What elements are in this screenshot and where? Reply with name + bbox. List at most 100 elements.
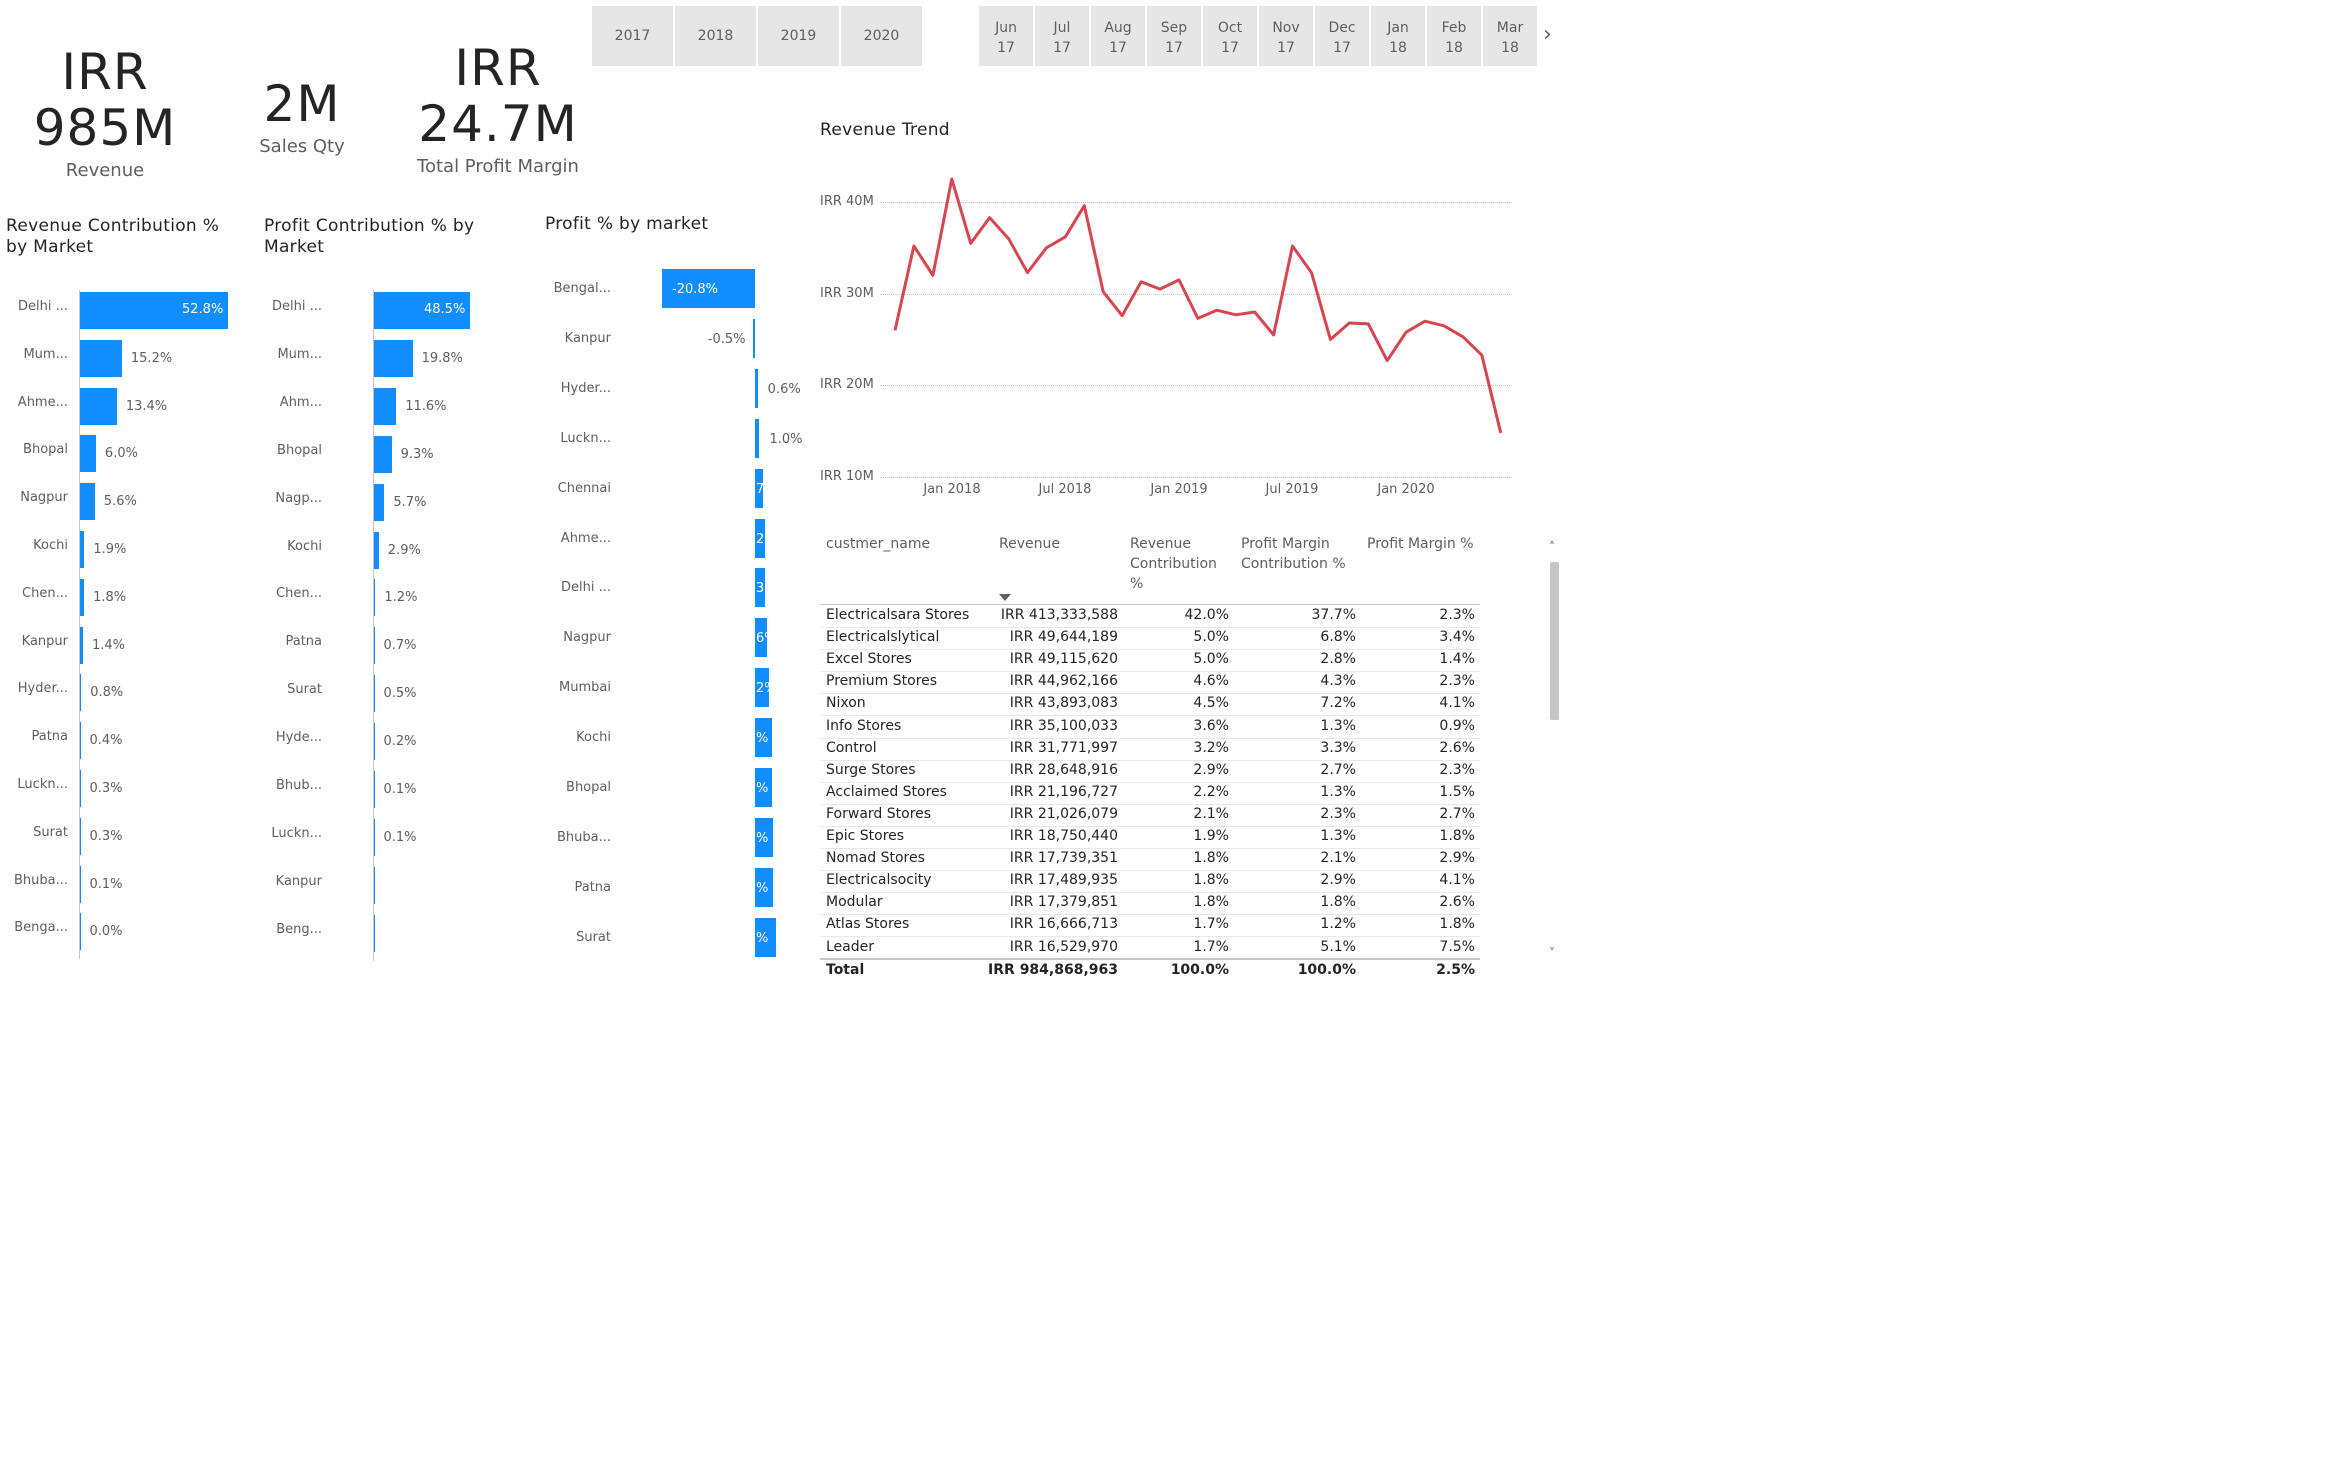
bar-data-label: 0.4% [89, 733, 123, 749]
table-row[interactable]: Info Stores IRR 35,100,033 3.6% 1.3% 0.9% [820, 716, 1480, 739]
customer-name-cell: Leader [826, 938, 875, 955]
profit-margin-contribution-cell: 2.9% [1320, 872, 1356, 889]
bar-category-label: Luckn... [17, 777, 68, 792]
table-total-row: Total IRR 984,868,963 100.0% 100.0% 2.5% [820, 958, 1480, 984]
bar-category-label: Surat [33, 824, 68, 840]
customer-name-cell: Electricalsocity [826, 872, 932, 889]
revenue-cell: IRR 21,196,727 [1009, 783, 1118, 800]
revenue-cell: IRR 18,750,440 [1009, 828, 1118, 844]
bar-data-label: 0.0% [89, 924, 123, 940]
column-header-revenue[interactable]: Revenue [999, 534, 1109, 554]
profit-margin-pct-cell: 4.1% [1439, 872, 1475, 889]
table-row[interactable]: Epic Stores IRR 18,750,440 1.9% 1.3% 1.8% [820, 826, 1480, 849]
revenue-trend-line[interactable] [893, 177, 1503, 434]
total-revenue: IRR 984,868,963 [988, 962, 1118, 978]
revenue-contribution-cell: 1.8% [1193, 850, 1229, 867]
customer-name-cell: Atlas Stores [826, 916, 910, 933]
table-row[interactable]: Electricalsara Stores IRR 413,333,588 42.0… [820, 605, 1480, 628]
bar-data-label: 1.4% [91, 637, 125, 653]
table-row[interactable]: Nixon IRR 43,893,083 4.5% 7.2% 4.1% [820, 693, 1480, 717]
revenue-cell: IRR 28,648,916 [1009, 761, 1118, 778]
table-row[interactable]: Atlas Stores IRR 16,666,713 1.7% 1.2% 1.8% [820, 914, 1480, 938]
table-row[interactable]: Forward Stores IRR 21,026,079 2.1% 2.3% 2.7% [820, 804, 1480, 827]
bar-category-label: Mumbai [559, 680, 611, 696]
revenue-cell: IRR 31,771,997 [1009, 739, 1118, 756]
bar-data-label: 1.2% [384, 590, 418, 606]
bar-data-label: 0.8% [90, 685, 124, 701]
bar-category-label: Patna [31, 729, 68, 745]
revenue-contribution-cell: 1.7% [1193, 938, 1229, 955]
profit-margin-pct-cell: 1.4% [1439, 651, 1475, 668]
bar-data-label: % [756, 830, 769, 846]
table-row[interactable]: Electricalslytical IRR 49,644,189 5.0% 6.8%… [820, 627, 1480, 651]
revenue-trend-plot [893, 177, 1503, 434]
profit-margin-contribution-cell: 2.1% [1320, 850, 1356, 867]
profit-margin-pct-cell: 2.3% [1439, 673, 1475, 690]
scroll-up-icon[interactable]: ˄ [1549, 540, 1555, 554]
bar-data-label: % [756, 731, 769, 747]
revenue-cell: IRR 17,379,851 [1009, 894, 1118, 911]
revenue-contribution-cell: 2.9% [1193, 761, 1229, 778]
table-row[interactable]: Acclaimed Stores IRR 21,196,727 2.2% 1.3% 1.… [820, 782, 1480, 805]
profit-margin-pct-cell: 2.3% [1439, 761, 1475, 778]
profit-margin-pct-cell: 0.9% [1439, 717, 1475, 734]
profit-margin-contribution-cell: 7.2% [1320, 695, 1356, 712]
revenue-cell: IRR 43,893,083 [1009, 695, 1118, 712]
profit-margin-contribution-cell: 37.7% [1311, 607, 1356, 623]
customer-name-cell: Premium Stores [826, 673, 938, 690]
bar-category-label: Patna [574, 879, 611, 895]
bar-data-label: % [756, 781, 769, 796]
profit-margin-pct-cell: 1.8% [1439, 916, 1475, 933]
bar-category-label: Bhub... [275, 778, 322, 793]
total-profit-margin-contribution: 100.0% [1297, 962, 1356, 978]
table-row[interactable]: Leader IRR 16,529,970 1.7% 5.1% 7.5% [820, 937, 1480, 960]
bar-category-label: Kanpur [275, 873, 322, 889]
profit-margin-contribution-cell: 3.3% [1320, 739, 1356, 756]
revenue-contribution-cell: 4.6% [1193, 673, 1229, 690]
table-row[interactable]: Modular IRR 17,379,851 1.8% 1.8% 2.6% [820, 892, 1480, 916]
bar-category-label: Kochi [287, 538, 322, 554]
profit-margin-pct-cell: 1.5% [1439, 783, 1475, 800]
revenue-cell: IRR 16,529,970 [1009, 938, 1118, 955]
bar-category-label: Hyde... [275, 730, 322, 746]
bar-category-label: Surat [576, 929, 611, 945]
bar-category-label: Surat [287, 682, 322, 698]
column-header-profit-margin-contribution[interactable]: Profit Margin Contribution % [1241, 534, 1356, 574]
table-row[interactable]: Premium Stores IRR 44,962,166 4.6% 4.3% 2.3% [820, 671, 1480, 695]
table-row[interactable]: Surge Stores IRR 28,648,916 2.9% 2.7% 2.3% [820, 760, 1480, 783]
bar-data-label: 0.7% [383, 638, 417, 654]
profit-margin-contribution-cell: 1.3% [1320, 783, 1356, 800]
profit-margin-contribution-cell: 2.7% [1320, 761, 1356, 778]
revenue-cell: IRR 49,644,189 [1009, 629, 1118, 646]
bar-data-label: 0.2% [383, 734, 417, 750]
bar-data-label: % [756, 930, 769, 946]
bar-data-label: 6% [756, 631, 768, 647]
bar-data-label: 0.1% [383, 782, 417, 797]
table-row[interactable]: Excel Stores IRR 49,115,620 5.0% 2.8% 1.4% [820, 649, 1480, 673]
bar-category-label: Kochi [33, 538, 68, 553]
column-header-revenue-contribution[interactable]: Revenue Contribution % [1130, 534, 1230, 594]
profit-margin-contribution-cell: 2.3% [1320, 805, 1356, 822]
profit-margin-pct-cell: 1.8% [1439, 828, 1475, 844]
bar-data-label: % [756, 880, 769, 896]
revenue-contribution-cell: 5.0% [1193, 651, 1229, 668]
bar-category-label: Patna [285, 634, 322, 650]
column-header-customer[interactable]: custmer_name [826, 534, 986, 554]
scroll-down-icon[interactable]: ˅ [1549, 946, 1555, 960]
profit-margin-contribution-cell: 1.2% [1320, 916, 1356, 933]
bar-data-label: 1.8% [93, 589, 127, 605]
bar-category-label: Beng... [276, 921, 322, 937]
bar-category-label: Ahme... [560, 530, 611, 546]
table-row[interactable]: Electricalsocity IRR 17,489,935 1.8% 2.9% 4.… [820, 870, 1480, 894]
revenue-contribution-cell: 2.1% [1193, 805, 1229, 822]
table-row[interactable]: Control IRR 31,771,997 3.2% 3.3% 2.6% [820, 738, 1480, 761]
profit-margin-contribution-cell: 6.8% [1320, 629, 1356, 646]
bar-category-label: Kochi [576, 730, 611, 746]
column-header-profit-margin-pct[interactable]: Profit Margin % [1367, 534, 1487, 554]
revenue-contribution-cell: 2.2% [1193, 783, 1229, 800]
table-scrollbar-thumb[interactable] [1550, 562, 1559, 720]
table-row[interactable]: Nomad Stores IRR 17,739,351 1.8% 2.1% 2.9% [820, 848, 1480, 872]
revenue-cell: IRR 49,115,620 [1009, 651, 1118, 668]
sort-descending-icon[interactable] [999, 594, 1011, 601]
bar-category-label: Nagpur [563, 630, 611, 646]
